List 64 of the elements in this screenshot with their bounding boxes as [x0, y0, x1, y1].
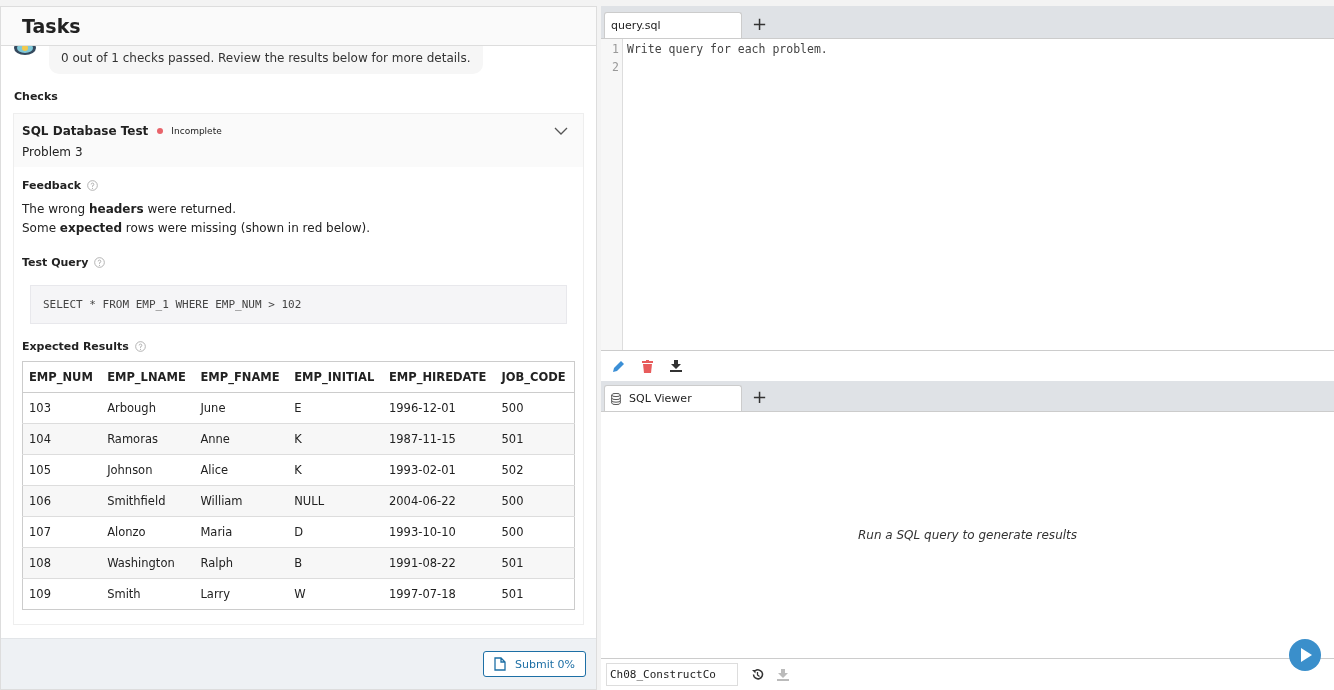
feedback-text: Some expected rows were missing (shown in red below). — [22, 220, 372, 237]
code-line: Write query for each problem. — [627, 42, 828, 56]
section-heading: Checks — [14, 90, 59, 103]
table-cell: 108 — [22, 547, 102, 579]
document-icon — [494, 657, 507, 671]
table-cell: William — [194, 485, 289, 517]
table-cell: 501 — [495, 423, 575, 455]
problem-label: Problem 3 — [22, 145, 84, 159]
file-name-field[interactable]: Ch08_ConstructCo — [606, 663, 738, 686]
table-cell: W — [288, 578, 383, 610]
table-cell: Anne — [194, 423, 289, 455]
table-cell: NULL — [288, 485, 383, 517]
section-label: Test Query — [22, 256, 89, 269]
table-cell: 1991-08-22 — [382, 547, 496, 579]
table-cell: Larry — [194, 578, 289, 610]
line-number: 1 — [611, 41, 619, 58]
trash-icon[interactable] — [642, 359, 653, 373]
query-code: SELECT * FROM EMP_1 WHERE EMP_NUM > 102 — [30, 285, 567, 324]
column-header: EMP_HIREDATE — [382, 361, 496, 393]
help-icon[interactable] — [87, 180, 98, 191]
table-cell: Ramoras — [101, 423, 195, 455]
history-icon[interactable] — [751, 668, 764, 681]
column-header: EMP_LNAME — [101, 361, 195, 393]
table-cell: 106 — [22, 485, 102, 517]
feedback-text: The wrong headers were returned. — [22, 201, 237, 218]
add-tab-button[interactable]: + — [752, 13, 768, 34]
file-tab[interactable]: query.sql — [604, 12, 742, 38]
table-cell: 109 — [22, 578, 102, 610]
table-cell: 1997-07-18 — [382, 578, 496, 610]
table-cell: 501 — [495, 547, 575, 579]
column-header: EMP_NUM — [22, 361, 102, 393]
chat-message: 0 out of 1 checks passed. Review the results below for more details. — [49, 46, 483, 74]
empty-message: Run a SQL query to generate results — [857, 528, 1078, 542]
table-cell: B — [288, 547, 383, 579]
viewer-tab[interactable]: SQL Viewer — [604, 385, 742, 411]
check-header[interactable]: SQL Database Test Incomplete Problem 3 — [14, 114, 583, 167]
table-cell: 104 — [22, 423, 102, 455]
download-icon[interactable] — [670, 360, 682, 372]
help-icon[interactable] — [94, 257, 106, 268]
table-cell: 1987-11-15 — [382, 423, 496, 455]
run-button[interactable] — [1288, 638, 1322, 672]
pencil-icon[interactable] — [612, 359, 625, 373]
table-cell: 500 — [495, 485, 575, 517]
table-cell: 501 — [495, 578, 575, 610]
table-cell: Smithfield — [101, 485, 195, 517]
table-cell: Ralph — [194, 547, 289, 579]
check-name: SQL Database Test — [22, 124, 149, 138]
section-label: Expected Results — [22, 340, 129, 353]
database-icon — [611, 392, 621, 405]
table-cell: Smith — [101, 578, 195, 610]
table-cell: Washington — [101, 547, 195, 579]
status-label: Incomplete — [171, 126, 222, 136]
help-icon[interactable] — [134, 341, 146, 352]
table-cell: 2004-06-22 — [382, 485, 496, 517]
panel-title: Tasks — [22, 15, 81, 37]
line-number: 2 — [611, 59, 619, 76]
submit-button[interactable]: Submit 0% — [483, 651, 586, 677]
column-header: EMP_INITIAL — [288, 361, 383, 393]
column-header: EMP_FNAME — [194, 361, 289, 393]
section-label: Feedback — [22, 179, 81, 192]
column-header: JOB_CODE — [495, 361, 575, 393]
chevron-icon[interactable] — [554, 127, 568, 135]
table-cell: K — [288, 423, 383, 455]
add-tab-button[interactable]: + — [752, 386, 768, 407]
